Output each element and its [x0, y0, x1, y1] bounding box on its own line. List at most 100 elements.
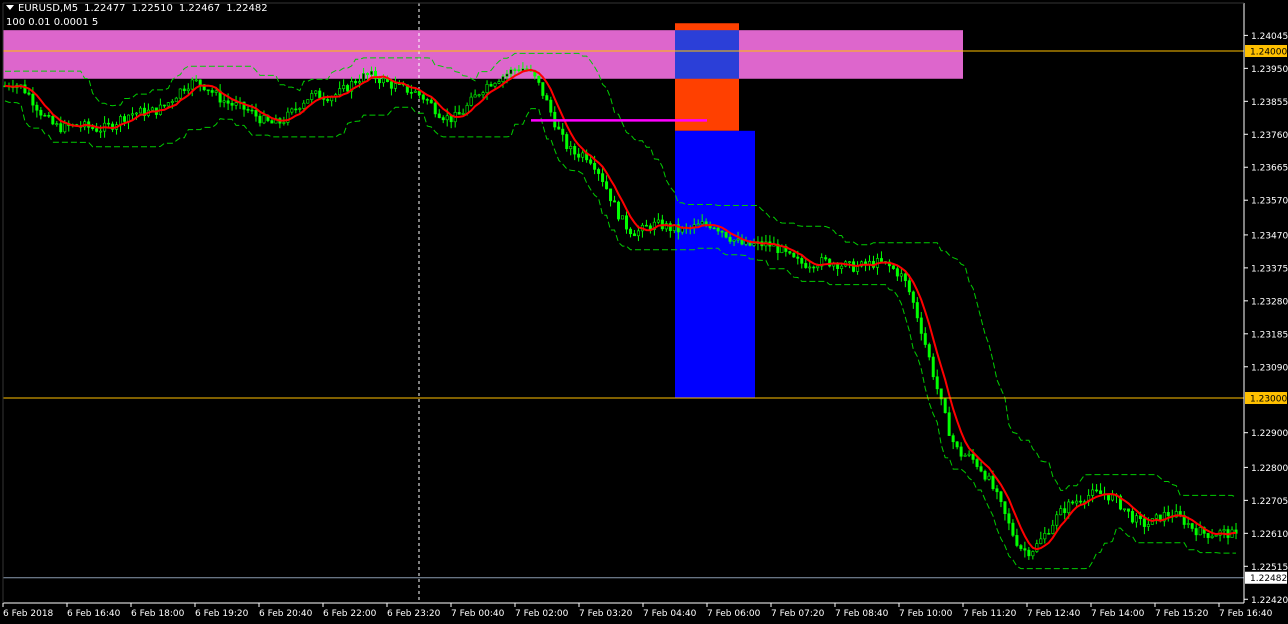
y-tick-label: 1.22900: [1251, 429, 1288, 439]
price-chart[interactable]: 1.24045 1.23950 1.23855 1.23760 1.23665 1.235…: [0, 0, 1288, 624]
candle-body: [190, 79, 194, 90]
y-tick-label: 1.23470: [1251, 231, 1288, 241]
candle-body: [370, 70, 374, 76]
candle-body: [346, 85, 350, 92]
x-tick-label: 6 Feb 2018: [3, 609, 54, 619]
candle-body: [393, 83, 397, 89]
candle-body: [270, 120, 274, 124]
x-tick-12: 7 Feb 07:20: [770, 603, 825, 619]
candle-112: [449, 115, 453, 129]
candle-207: [828, 258, 832, 268]
y-tick-8: 1.23280: [1244, 297, 1288, 307]
candle-body: [505, 73, 509, 77]
candle-282: [1126, 508, 1130, 519]
candle-157: [628, 227, 632, 238]
candle-242: [967, 450, 971, 458]
candle-35: [142, 102, 146, 121]
candle-body: [1214, 534, 1218, 537]
candle-10: [43, 113, 47, 117]
candle-body: [123, 116, 127, 122]
candle-body: [1031, 551, 1035, 557]
candle-body: [987, 475, 991, 480]
candle-165: [660, 214, 664, 232]
zone-rect-2: [675, 30, 739, 79]
candle-body: [959, 446, 963, 457]
candle-body: [134, 112, 138, 115]
candle-body: [1222, 529, 1226, 532]
candle-217: [867, 255, 871, 271]
candle-body: [310, 93, 314, 100]
candle-body: [198, 79, 202, 85]
y-tick-label: 1.23855: [1251, 98, 1288, 108]
y-tick-label: 1.24045: [1251, 32, 1288, 42]
high-value: 1.22510: [131, 3, 173, 14]
candle-109: [437, 109, 441, 119]
x-tick-label: 7 Feb 02:00: [515, 609, 569, 619]
candle-114: [457, 105, 461, 115]
x-tick-11: 7 Feb 06:00: [706, 603, 761, 619]
x-tick-label: 7 Feb 11:20: [963, 609, 1017, 619]
candle-body: [931, 356, 935, 378]
x-tick-label: 6 Feb 16:40: [67, 609, 121, 619]
candle-246: [983, 469, 987, 482]
candle-252: [1007, 508, 1011, 531]
x-tick-15: 7 Feb 11:20: [962, 603, 1017, 619]
candle-214: [856, 261, 860, 275]
candle-body: [720, 230, 724, 233]
candle-253: [1011, 519, 1015, 538]
candle-34: [138, 106, 142, 114]
candle-69: [278, 117, 282, 129]
candle-86: [346, 83, 350, 93]
candle-body: [1126, 508, 1130, 512]
candle-body: [999, 491, 1003, 502]
candle-203: [812, 265, 816, 273]
x-axis-ticks: 6 Feb 2018 6 Feb 16:40 6 Feb 18:00 6 Feb 19…: [2, 603, 1273, 619]
candle-body: [1095, 489, 1099, 492]
y-tick-label: 1.23280: [1251, 297, 1288, 307]
candle-body: [581, 152, 585, 158]
candle-71: [286, 107, 290, 126]
y-tick-label: 1.23090: [1251, 363, 1288, 373]
candle-145: [581, 150, 585, 163]
dropdown-triangle-icon[interactable]: [6, 5, 14, 10]
x-tick-1: 6 Feb 16:40: [66, 603, 121, 619]
candle-body: [597, 169, 601, 174]
candle-77: [310, 89, 314, 104]
candle-body: [1198, 527, 1202, 536]
candle-body: [497, 81, 501, 84]
candle-body: [967, 453, 971, 456]
candle-body: [262, 115, 266, 124]
candle-body: [421, 94, 425, 100]
candle-body: [975, 459, 979, 467]
candle-74: [298, 107, 302, 113]
candle-body: [489, 84, 493, 87]
candle-body: [1051, 524, 1055, 534]
candle-88: [354, 78, 358, 86]
candle-205: [820, 253, 824, 270]
indicator-params: 100 0.01 0.0001 5: [6, 17, 99, 28]
candle-54: [218, 84, 222, 108]
candle-body: [1210, 535, 1214, 538]
candle-body: [541, 82, 545, 96]
candle-body: [258, 115, 262, 124]
candle-body: [840, 265, 844, 269]
candle-237: [947, 406, 951, 436]
candle-161: [644, 219, 648, 227]
chart-window[interactable]: 1.24045 1.23950 1.23855 1.23760 1.23665 1.235…: [0, 0, 1288, 624]
level-label-text-1: 1.23000: [1250, 395, 1287, 405]
candle-body: [1138, 515, 1142, 520]
candle-body: [1043, 533, 1047, 540]
y-tick-12: 1.22800: [1244, 464, 1288, 474]
y-tick-label: 1.23570: [1251, 197, 1288, 207]
candle-body: [704, 221, 708, 225]
candle-body: [95, 128, 99, 132]
candle-306: [1222, 525, 1226, 539]
candle-118: [473, 89, 477, 98]
candle-body: [903, 273, 907, 281]
candle-body: [230, 102, 234, 106]
candle-body: [457, 112, 461, 115]
candle-141: [565, 132, 569, 152]
candle-body: [716, 227, 720, 232]
candle-body: [214, 90, 218, 93]
candle-296: [1182, 511, 1186, 529]
